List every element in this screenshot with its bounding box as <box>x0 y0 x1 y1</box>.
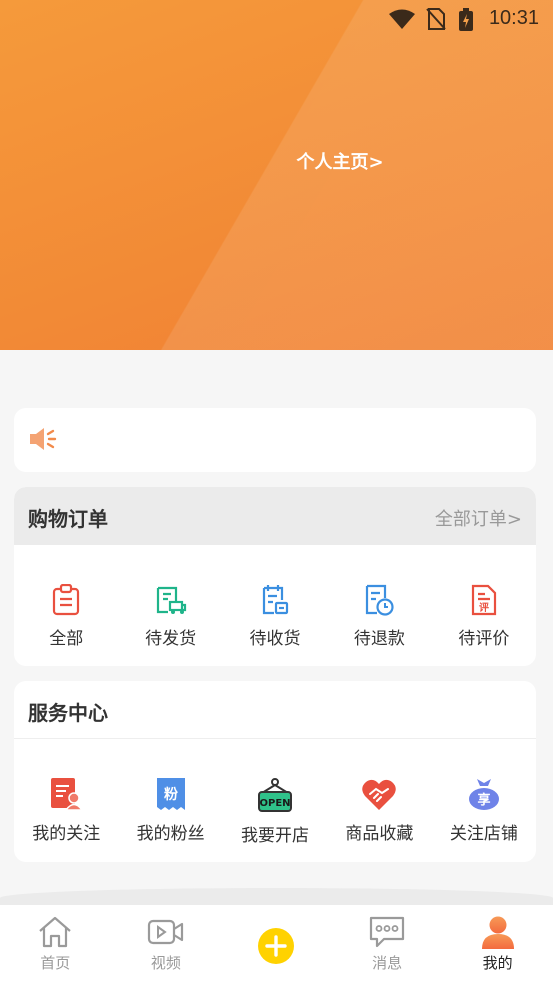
order-to-receive-label: 待收货 <box>249 629 301 649</box>
all-orders-link[interactable]: 全部订单> <box>435 505 522 531</box>
home-icon <box>39 916 72 948</box>
user-icon <box>481 916 514 949</box>
refund-clock-icon <box>366 584 395 616</box>
store-bag-icon: 享 <box>468 779 499 810</box>
shopping-orders-card: 购物订单 全部订单> 全部 待发货 待收货 待退款 评 待评价 <box>14 487 536 666</box>
order-to-receive[interactable]: 待收货 <box>223 584 327 664</box>
order-to-refund[interactable]: 待退款 <box>327 584 431 664</box>
services-header: 服务中心 <box>14 681 536 739</box>
service-favorites-label: 商品收藏 <box>345 824 414 844</box>
battery-charging-icon <box>459 8 473 31</box>
svg-text:评: 评 <box>479 601 489 614</box>
service-followed-stores[interactable]: 享 关注店铺 <box>432 777 536 857</box>
tab-publish[interactable] <box>221 905 332 983</box>
order-all[interactable]: 全部 <box>14 584 118 664</box>
tab-messages-label: 消息 <box>372 954 403 972</box>
tab-home-label: 首页 <box>40 954 71 972</box>
open-badge-text: OPEN <box>260 798 291 809</box>
no-sim-icon <box>426 8 446 30</box>
fans-badge-text: 粉 <box>164 786 178 803</box>
order-to-ship[interactable]: 待发货 <box>118 584 222 664</box>
plus-icon <box>258 928 295 964</box>
receive-package-icon <box>262 585 289 615</box>
service-row: 我的关注 粉 我的粉丝 OPEN 我要开店 商品收藏 享 关注店铺 <box>14 777 536 857</box>
service-center-card: 服务中心 我的关注 粉 我的粉丝 OPEN 我要开店 商品收藏 享 关注店铺 <box>14 681 536 862</box>
video-icon <box>147 919 183 945</box>
delivery-truck-icon <box>156 586 186 614</box>
order-to-review-label: 待评价 <box>458 629 510 649</box>
status-bar: 10:31 <box>0 0 553 38</box>
header-sheen <box>0 0 553 350</box>
bottom-tab-bar: 首页 视频 消息 我的 <box>0 905 553 983</box>
review-document-icon: 评 <box>471 584 496 616</box>
speaker-icon <box>30 428 57 450</box>
service-followed-stores-label: 关注店铺 <box>449 824 518 844</box>
services-title: 服务中心 <box>28 701 108 725</box>
order-all-label: 全部 <box>49 629 84 649</box>
service-my-fans[interactable]: 粉 我的粉丝 <box>118 777 222 857</box>
orders-title: 购物订单 <box>28 507 108 531</box>
follow-icon <box>51 778 84 811</box>
order-status-row: 全部 待发货 待收货 待退款 评 待评价 <box>14 584 536 664</box>
service-my-follow-label: 我的关注 <box>32 824 101 844</box>
wifi-icon <box>389 9 415 29</box>
tab-messages[interactable]: 消息 <box>332 905 443 983</box>
message-icon <box>369 916 405 948</box>
order-to-ship-label: 待发货 <box>145 629 197 649</box>
status-time: 10:31 <box>488 7 539 29</box>
tab-video-label: 视频 <box>150 954 181 972</box>
service-my-follow[interactable]: 我的关注 <box>14 777 118 857</box>
tab-home[interactable]: 首页 <box>0 905 111 983</box>
tab-mine-label: 我的 <box>482 954 513 972</box>
tab-video[interactable]: 视频 <box>111 905 222 983</box>
notice-bar[interactable] <box>14 408 536 472</box>
service-open-shop-label: 我要开店 <box>241 826 310 846</box>
heart-handshake-icon <box>362 779 397 810</box>
profile-header: 10:31 个人主页> <box>0 0 553 350</box>
orders-header: 购物订单 全部订单> <box>14 487 536 545</box>
tab-mine[interactable]: 我的 <box>442 905 553 983</box>
profile-page-link[interactable]: 个人主页> <box>0 148 553 174</box>
clipboard-icon <box>53 584 80 616</box>
fans-icon: 粉 <box>156 778 185 810</box>
service-open-shop[interactable]: OPEN 我要开店 <box>223 777 327 857</box>
store-badge-text: 享 <box>477 792 490 808</box>
service-favorites[interactable]: 商品收藏 <box>327 777 431 857</box>
service-my-fans-label: 我的粉丝 <box>136 824 205 844</box>
open-shop-icon: OPEN <box>258 778 293 812</box>
order-to-review[interactable]: 评 待评价 <box>432 584 536 664</box>
order-to-refund-label: 待退款 <box>353 629 405 649</box>
